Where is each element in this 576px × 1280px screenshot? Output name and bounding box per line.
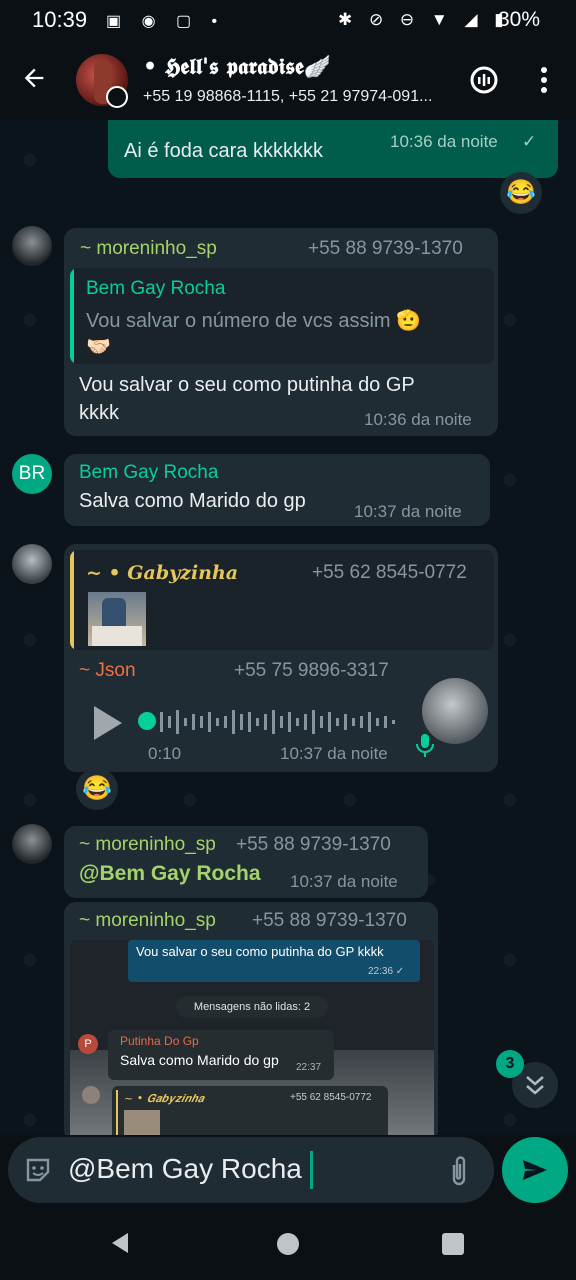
quote-bar <box>70 268 74 364</box>
sender-name[interactable]: ~ moreninho_sp <box>80 238 217 260</box>
more-options-icon[interactable] <box>532 64 556 96</box>
image-reply-bubble: ~ • 𝑮𝒂𝒃𝒚𝒛𝒊𝒏𝒉𝒂 +55 62 8545-0772 <box>112 1086 388 1135</box>
image-outgoing-bubble: Vou salvar o seu como putinha do GP kkkk… <box>128 940 420 982</box>
quote-thumbnail-image <box>88 592 146 646</box>
reaction-emoji[interactable]: 😂 <box>76 768 118 810</box>
playback-position-dot[interactable] <box>138 712 156 730</box>
sender-name[interactable]: ~ Json <box>79 660 136 682</box>
sender-avatar[interactable] <box>12 544 52 584</box>
message-list[interactable]: Ai é foda cara kkkkkkk 10:36 da noite ✓ … <box>0 120 576 1135</box>
system-navigation-bar <box>0 1205 576 1280</box>
incoming-message[interactable]: Bem Gay Rocha Salva como Marido do gp 10… <box>64 454 490 526</box>
unread-count-badge: 3 <box>496 1050 524 1078</box>
quoted-message[interactable]: Bem Gay Rocha Vou salvar o número de vcs… <box>70 268 494 364</box>
double-chevron-down-icon <box>526 1076 544 1095</box>
chat-header: • 𝕳𝖊𝖑𝖑'𝖘 𝖕𝖆𝖗𝖆𝖉𝖎𝖘𝖊🪽 +55 19 98868-1115, +5… <box>0 40 576 120</box>
waveform[interactable] <box>158 706 404 738</box>
sticker-icon[interactable] <box>24 1156 52 1184</box>
image-reply-sender: ~ • 𝑮𝒂𝒃𝒚𝒛𝒊𝒏𝒉𝒂 <box>124 1092 204 1105</box>
quote-text: Vou salvar o número de vcs assim 🫡 <box>86 310 422 332</box>
image-avatar-initial: P <box>78 1034 98 1054</box>
nav-recents-icon[interactable] <box>442 1233 464 1255</box>
quote-phone: +55 62 8545-0772 <box>312 562 467 583</box>
send-button[interactable] <box>502 1137 568 1203</box>
attach-paperclip-icon[interactable] <box>448 1155 470 1187</box>
message-time: 10:37 da noite <box>354 502 462 521</box>
message-input[interactable]: @Bem Gay Rocha <box>68 1153 302 1185</box>
group-title[interactable]: • 𝕳𝖊𝖑𝖑'𝖘 𝖕𝖆𝖗𝖆𝖉𝖎𝖘𝖊🪽 <box>143 54 331 80</box>
notification-icons: ▣ ◉ ▢ • <box>106 13 226 30</box>
message-text-line2: kkkk <box>79 402 119 424</box>
image-reply-phone: +55 62 8545-0772 <box>290 1092 372 1103</box>
quote-sender: Bem Gay Rocha <box>86 278 226 299</box>
voice-duration: 0:10 <box>148 744 182 763</box>
sender-phone[interactable]: +55 88 9739-1370 <box>308 238 463 260</box>
screenshot-image[interactable]: Vou salvar o seu como putinha do GP kkkk… <box>70 940 434 1135</box>
sender-name[interactable]: ~ moreninho_sp <box>79 910 216 932</box>
image-incoming-time: 22:37 <box>296 1062 322 1073</box>
message-text: Ai é foda cara kkkkkkk <box>124 140 323 162</box>
message-time: 10:36 da noite <box>390 132 498 151</box>
mention-link[interactable]: @Bem Gay Rocha <box>79 862 261 886</box>
message-time: 10:37 da noite <box>280 744 388 763</box>
incoming-message[interactable]: ~ moreninho_sp +55 88 9739-1370 Bem Gay … <box>64 228 498 436</box>
message-text: Vou salvar o seu como putinha do GP <box>79 374 415 396</box>
incoming-message[interactable]: ~ moreninho_sp +55 88 9739-1370 @Bem Gay… <box>64 826 428 898</box>
incoming-voice-message[interactable]: ~ • 𝑮𝒂𝒃𝒚𝒛𝒊𝒏𝒉𝒂 +55 62 8545-0772 ~ Json +5… <box>64 544 498 772</box>
sender-phone[interactable]: +55 88 9739-1370 <box>252 910 407 932</box>
sender-avatar-initials[interactable]: BR <box>12 454 52 494</box>
image-incoming-sender: Putinha Do Gp <box>120 1034 199 1048</box>
sender-name[interactable]: ~ moreninho_sp <box>79 834 216 856</box>
back-arrow-icon[interactable] <box>20 64 48 92</box>
microphone-icon <box>416 734 434 757</box>
message-text: Salva como Marido do gp <box>79 490 306 512</box>
sender-phone[interactable]: +55 88 9739-1370 <box>236 834 391 856</box>
image-outgoing-time: 22:36 ✓ <box>368 966 405 977</box>
sender-avatar[interactable] <box>12 226 52 266</box>
nav-back-icon[interactable] <box>108 1231 132 1255</box>
message-input-container[interactable]: @Bem Gay Rocha <box>8 1137 494 1203</box>
quote-sender: ~ • 𝑮𝒂𝒃𝒚𝒛𝒊𝒏𝒉𝒂 <box>86 562 239 584</box>
sender-phone[interactable]: +55 75 9896-3317 <box>234 660 389 682</box>
sender-avatar[interactable] <box>12 824 52 864</box>
quote-bar <box>70 550 74 650</box>
composer-bar: @Bem Gay Rocha <box>0 1135 576 1205</box>
outgoing-message[interactable]: Ai é foda cara kkkkkkk 10:36 da noite ✓ <box>108 120 558 178</box>
image-unread-banner: Mensagens não lidas: 2 <box>176 996 328 1018</box>
status-bar: 10:39 ▣ ◉ ▢ • ✱ ⊘ ⊖ ▼ ◢ ▮ 30% <box>0 0 576 40</box>
incoming-image-message[interactable]: ~ moreninho_sp +55 88 9739-1370 Vou salv… <box>64 902 438 1135</box>
text-cursor <box>310 1151 313 1189</box>
image-incoming-bubble: Putinha Do Gp Salva como Marido do gp 22… <box>108 1030 334 1080</box>
status-ring-icon <box>106 86 128 108</box>
quote-text-line2: 🤝🏻 <box>86 336 111 358</box>
image-outgoing-text: Vou salvar o seu como putinha do GP kkkk <box>136 944 384 959</box>
sender-name[interactable]: Bem Gay Rocha <box>79 462 218 484</box>
voice-chat-icon[interactable] <box>468 64 500 96</box>
status-time: 10:39 <box>32 7 88 32</box>
message-time: 10:37 da noite <box>290 872 398 891</box>
group-participants[interactable]: +55 19 98868-1115, +55 21 97974-091... <box>143 88 432 106</box>
quoted-message[interactable]: ~ • 𝑮𝒂𝒃𝒚𝒛𝒊𝒏𝒉𝒂 +55 62 8545-0772 <box>70 550 494 650</box>
send-icon <box>523 1160 547 1180</box>
system-icons: ✱ ⊘ ⊖ ▼ ◢ ▮ <box>338 10 510 29</box>
play-icon[interactable] <box>92 704 124 742</box>
nav-home-icon[interactable] <box>277 1233 299 1255</box>
battery-level: 30% <box>497 8 540 31</box>
image-incoming-text: Salva como Marido do gp <box>120 1052 279 1068</box>
reaction-emoji[interactable]: 😂 <box>500 172 542 214</box>
message-time: 10:36 da noite <box>364 410 472 429</box>
sent-check-icon: ✓ <box>522 132 537 151</box>
image-avatar <box>82 1086 100 1104</box>
